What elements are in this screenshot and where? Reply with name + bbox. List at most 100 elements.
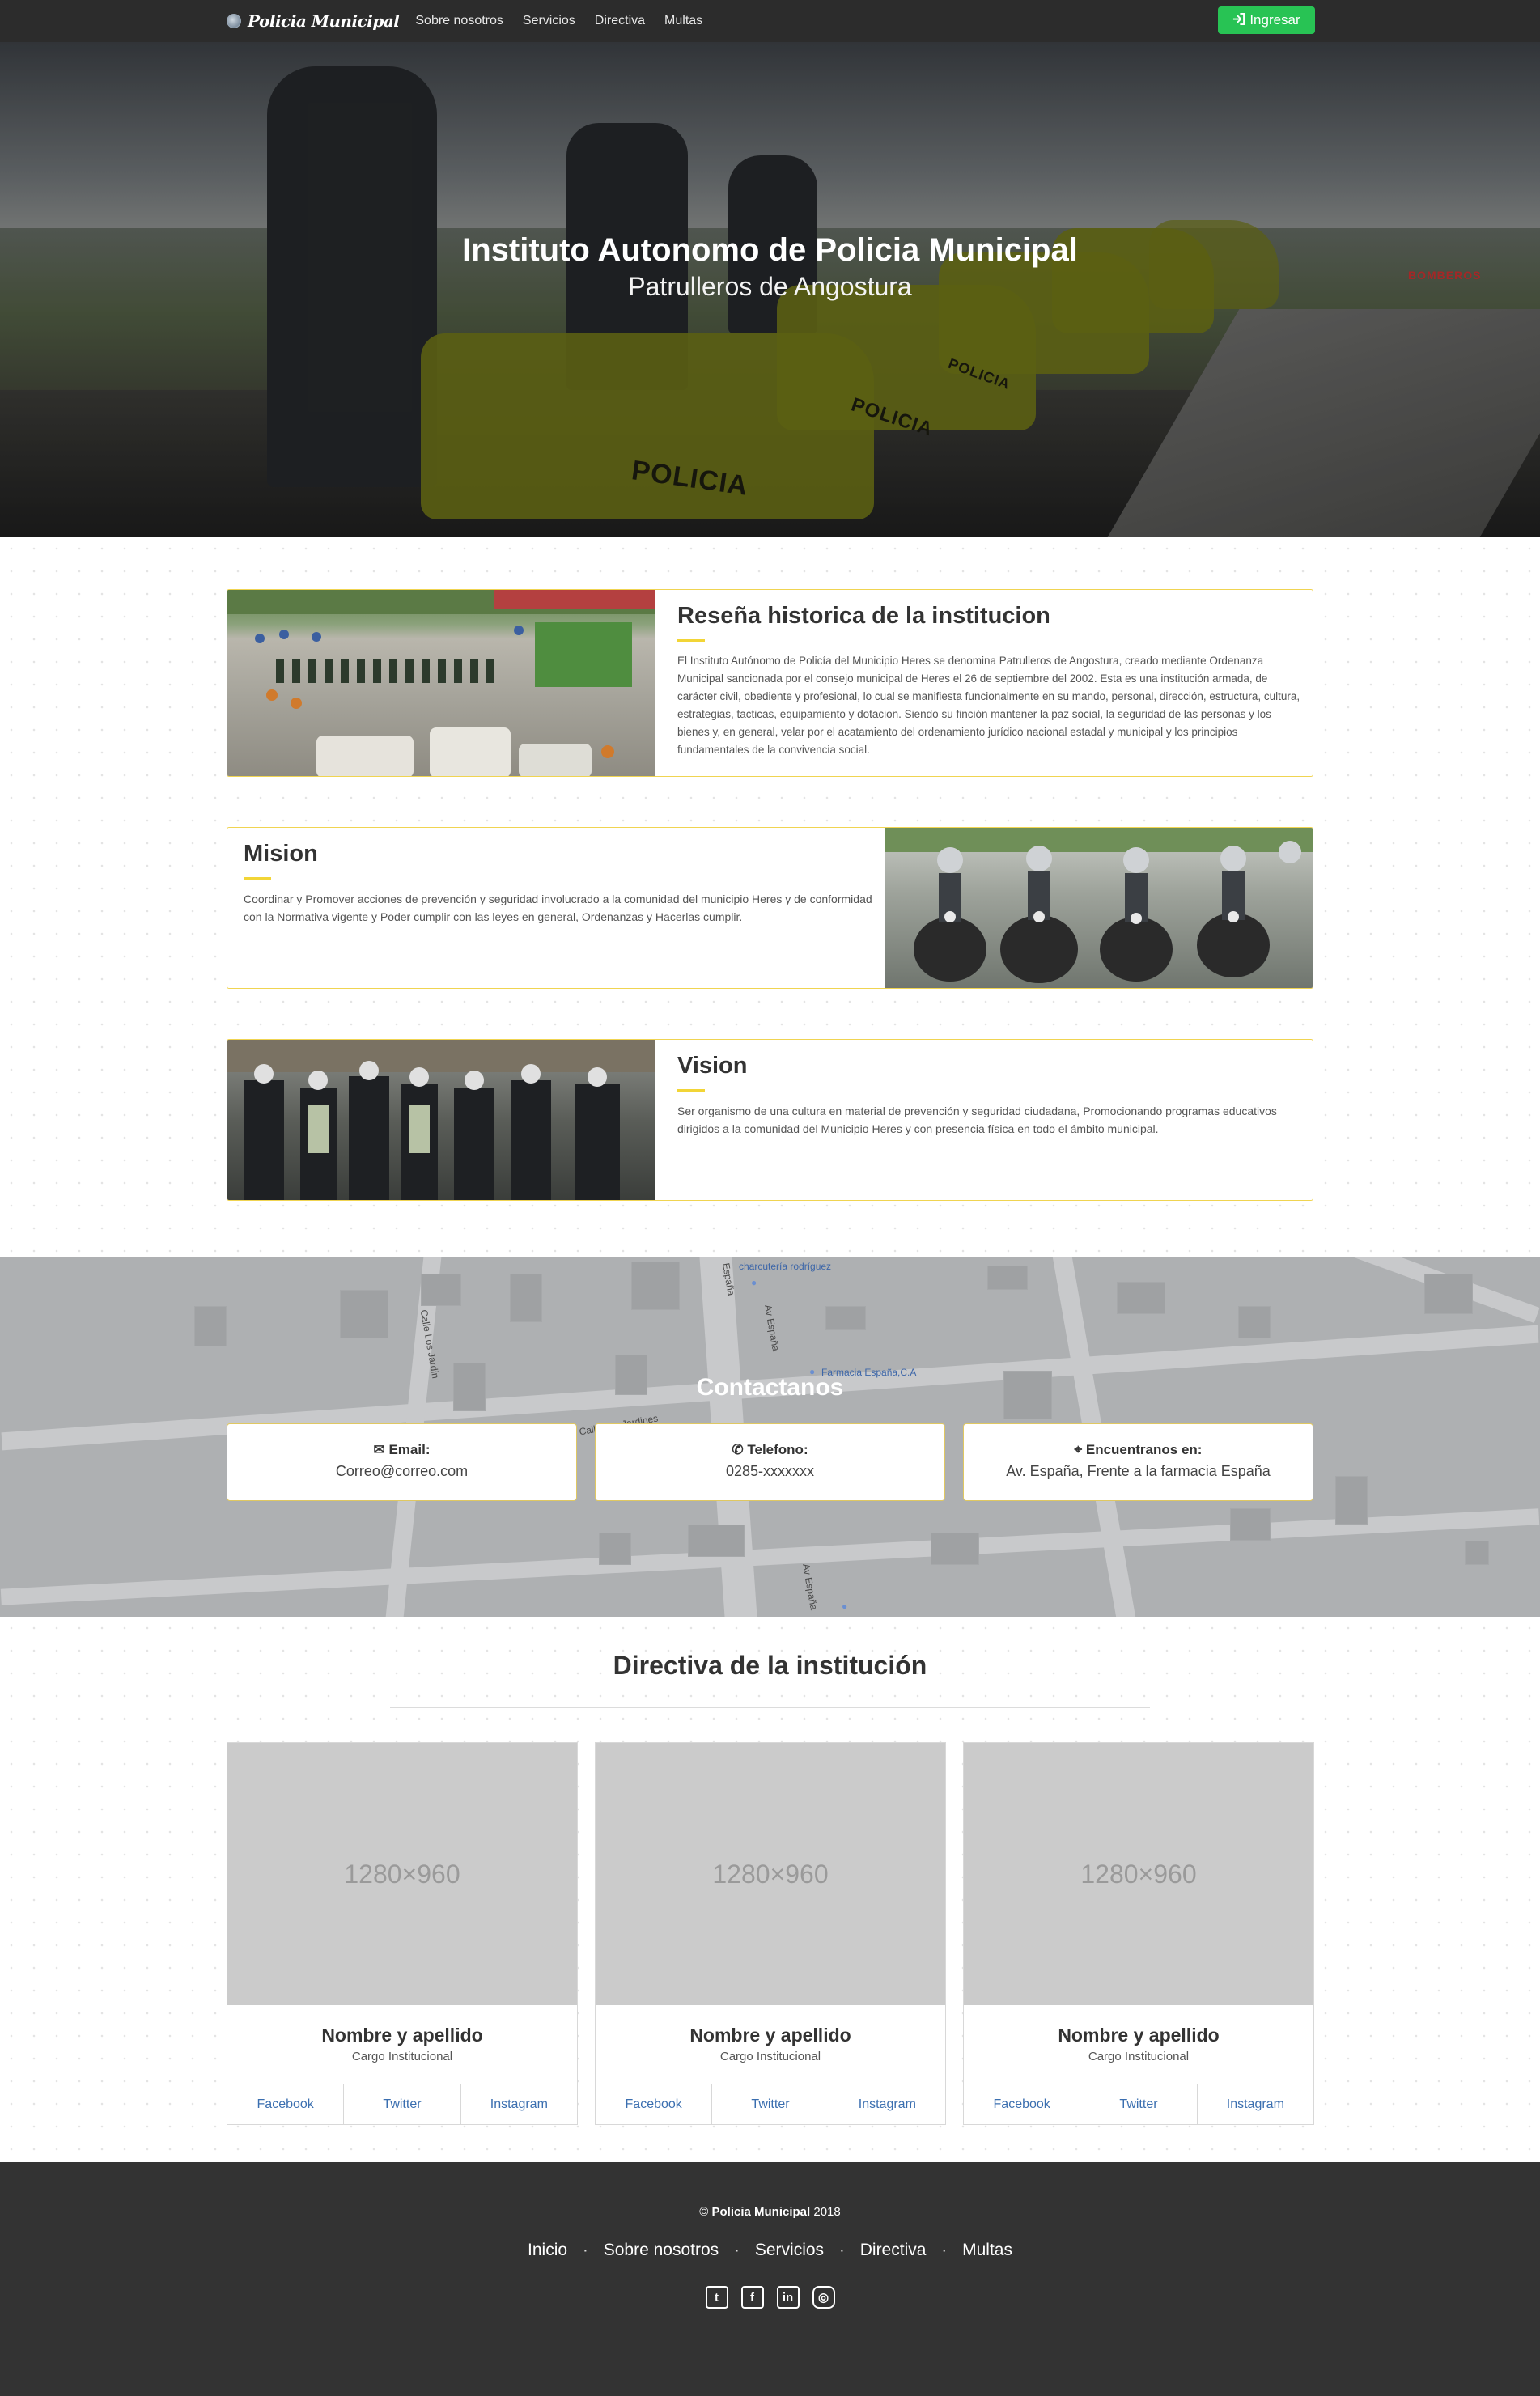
twitter-link[interactable]: Twitter xyxy=(712,2084,829,2124)
member-name: Nombre y apellido xyxy=(689,2025,851,2046)
about-section: Reseña historica de la institucion El In… xyxy=(0,537,1540,1257)
facebook-link[interactable]: Facebook xyxy=(227,2084,345,2124)
team-member-card: 1280×960 Nombre y apellido Cargo Institu… xyxy=(963,1742,1314,2125)
map-building xyxy=(688,1525,745,1557)
member-photo-placeholder: 1280×960 xyxy=(227,1743,577,2005)
navbar: Policia Municipal Sobre nosotros Servici… xyxy=(0,0,1540,42)
hero-title: Instituto Autonomo de Policia Municipal xyxy=(462,232,1078,268)
map-building xyxy=(599,1533,631,1565)
contact-card-email: ✉ Email: Correo@correo.com xyxy=(227,1423,577,1501)
footer-link-directiva[interactable]: Directiva xyxy=(860,2241,927,2259)
vision-body: Vision Ser organismo de una cultura en m… xyxy=(677,1053,1300,1138)
map-building xyxy=(1465,1541,1489,1565)
member-name: Nombre y apellido xyxy=(1058,2025,1220,2046)
hero-subtitle: Patrulleros de Angostura xyxy=(628,272,912,301)
contact-label: Email: xyxy=(388,1442,431,1457)
nav-link-servicios[interactable]: Servicios xyxy=(523,14,575,28)
map-building xyxy=(194,1306,227,1346)
linkedin-icon[interactable]: in xyxy=(776,2286,800,2309)
instagram-link[interactable]: Instagram xyxy=(1198,2084,1313,2124)
team-title: Directiva de la institución xyxy=(613,1651,927,1680)
twitter-link[interactable]: Twitter xyxy=(1080,2084,1198,2124)
map-building xyxy=(931,1533,979,1565)
mission-body: Mision Coordinar y Promover acciones de … xyxy=(244,841,875,926)
copyright-brand: Policia Municipal xyxy=(711,2205,811,2219)
team-divider xyxy=(390,1707,1150,1708)
contact-location-value: Av. España, Frente a la farmacia España xyxy=(1006,1463,1271,1479)
footer-separator: · xyxy=(734,2241,740,2259)
facebook-link[interactable]: Facebook xyxy=(964,2084,1081,2124)
footer-link-inicio[interactable]: Inicio xyxy=(528,2241,567,2259)
map-building xyxy=(631,1262,680,1310)
contact-phone-value[interactable]: 0285-xxxxxxx xyxy=(596,1463,944,1480)
map-building xyxy=(1230,1508,1271,1541)
map-poi-label[interactable]: charcutería rodríguez xyxy=(739,1261,831,1272)
map-building xyxy=(340,1290,388,1338)
navbar-inner: Policia Municipal Sobre nosotros Servici… xyxy=(227,0,1315,42)
nav-link-sobre-nosotros[interactable]: Sobre nosotros xyxy=(415,14,503,28)
member-role: Cargo Institucional xyxy=(1088,2050,1190,2063)
mission-title: Mision xyxy=(244,841,318,867)
map-pin-icon: ● xyxy=(842,1601,848,1612)
vision-card: Vision Ser organismo de una cultura en m… xyxy=(227,1039,1313,1201)
member-photo-placeholder: 1280×960 xyxy=(596,1743,945,2005)
map-building xyxy=(1238,1306,1271,1338)
footer-separator: · xyxy=(838,2241,845,2259)
footer-link-multas[interactable]: Multas xyxy=(962,2241,1012,2259)
contact-email-value[interactable]: Correo@correo.com xyxy=(227,1463,576,1480)
map-street-label: Av España xyxy=(800,1563,820,1611)
vision-title: Vision xyxy=(677,1053,748,1079)
login-label: Ingresar xyxy=(1249,12,1300,28)
title-accent-bar xyxy=(244,877,271,880)
mission-photo xyxy=(885,828,1313,988)
facebook-icon[interactable]: f xyxy=(740,2286,764,2309)
contact-title: Contactanos xyxy=(696,1374,844,1401)
footer-socials: t f in ◎ xyxy=(0,2286,1540,2309)
history-text: El Instituto Autónomo de Policía del Mun… xyxy=(677,655,1300,756)
contact-card-location: ⌖ Encuentranos en: Av. España, Frente a … xyxy=(963,1423,1313,1501)
nav-link-multas[interactable]: Multas xyxy=(664,14,702,28)
map-marker-icon: ⌖ xyxy=(1074,1442,1083,1457)
member-social-links: Facebook Twitter Instagram xyxy=(596,2084,945,2124)
mission-card: Mision Coordinar y Promover acciones de … xyxy=(227,827,1313,989)
team-member-card: 1280×960 Nombre y apellido Cargo Institu… xyxy=(595,1742,946,2125)
twitter-icon[interactable]: t xyxy=(705,2286,728,2309)
contact-label-row: ✆ Telefono: xyxy=(596,1442,944,1458)
footer-link-sobre-nosotros[interactable]: Sobre nosotros xyxy=(604,2241,719,2259)
instagram-link[interactable]: Instagram xyxy=(461,2084,577,2124)
twitter-link[interactable]: Twitter xyxy=(344,2084,461,2124)
hero-section: POLICIA POLICIA POLICIA BOMBEROS Institu… xyxy=(0,42,1540,537)
login-button[interactable]: Ingresar xyxy=(1218,6,1315,34)
brand-link[interactable]: Policia Municipal xyxy=(227,11,400,31)
contact-label: Telefono: xyxy=(747,1442,808,1457)
contact-card-phone: ✆ Telefono: 0285-xxxxxxx xyxy=(595,1423,945,1501)
contact-label-row: ⌖ Encuentranos en: xyxy=(964,1442,1313,1458)
team-member-card: 1280×960 Nombre y apellido Cargo Institu… xyxy=(227,1742,578,2125)
map-building xyxy=(825,1306,866,1330)
mission-text: Coordinar y Promover acciones de prevenc… xyxy=(244,893,872,923)
history-body: Reseña historica de la institucion El In… xyxy=(677,603,1300,759)
facebook-link[interactable]: Facebook xyxy=(596,2084,713,2124)
instagram-icon[interactable]: ◎ xyxy=(812,2286,835,2309)
member-name: Nombre y apellido xyxy=(321,2025,483,2046)
police-badge-icon xyxy=(227,14,241,28)
copyright-symbol: © xyxy=(699,2205,709,2219)
footer-separator: · xyxy=(941,2241,948,2259)
footer-link-servicios[interactable]: Servicios xyxy=(755,2241,824,2259)
map-pin-icon: ● xyxy=(751,1277,757,1288)
member-photo-placeholder: 1280×960 xyxy=(964,1743,1313,2005)
copyright: © Policia Municipal 2018 xyxy=(0,2205,1540,2219)
map-street-label: Av España xyxy=(762,1304,782,1352)
map-building xyxy=(510,1274,542,1322)
phone-icon: ✆ xyxy=(732,1442,744,1457)
envelope-icon: ✉ xyxy=(373,1442,385,1457)
member-role: Cargo Institucional xyxy=(719,2050,821,2063)
history-card: Reseña historica de la institucion El In… xyxy=(227,589,1313,777)
contact-label: Encuentranos en: xyxy=(1085,1442,1203,1457)
nav-link-directiva[interactable]: Directiva xyxy=(595,14,645,28)
brand-text: Policia Municipal xyxy=(248,11,400,31)
sign-in-icon xyxy=(1232,12,1245,28)
instagram-link[interactable]: Instagram xyxy=(829,2084,945,2124)
vision-photo xyxy=(227,1040,655,1200)
map-building xyxy=(1117,1282,1165,1314)
